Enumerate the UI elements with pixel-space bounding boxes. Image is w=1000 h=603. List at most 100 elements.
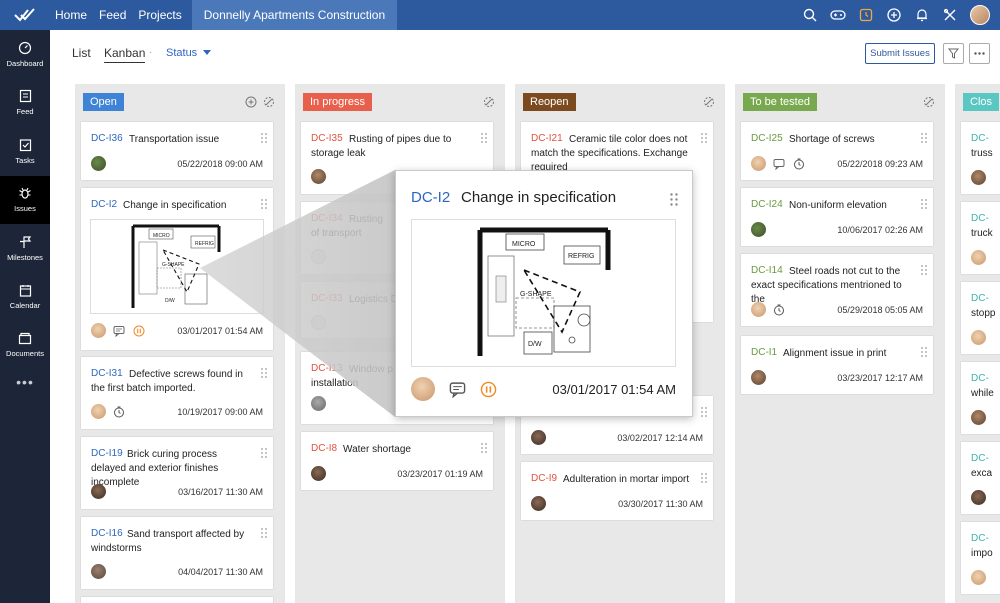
issue-card[interactable]: DC-I25 Shortage of screws 05/22/2018 09:… xyxy=(741,122,933,180)
drag-handle-icon[interactable] xyxy=(261,528,267,538)
timer-icon[interactable] xyxy=(793,158,805,170)
issue-card[interactable]: DC- stopp xyxy=(961,282,1000,354)
assignee-avatar[interactable] xyxy=(531,496,546,511)
tab-list[interactable]: List xyxy=(72,46,91,60)
more-options-button[interactable] xyxy=(969,43,990,64)
assignee-avatar[interactable] xyxy=(91,404,106,419)
drag-handle-icon[interactable] xyxy=(261,133,267,143)
assignee-avatar[interactable] xyxy=(91,484,106,499)
issue-id[interactable]: DC-I2 xyxy=(411,189,450,206)
issue-id[interactable]: DC-I9 xyxy=(531,473,557,484)
drag-handle-icon[interactable] xyxy=(701,407,707,417)
comment-icon[interactable] xyxy=(773,158,785,170)
issue-card[interactable]: DC- impo xyxy=(961,522,1000,594)
assignee-avatar[interactable] xyxy=(971,170,986,185)
app-logo[interactable] xyxy=(0,0,50,30)
sidebar-item-issues[interactable]: Issues xyxy=(0,175,50,224)
issue-id[interactable]: DC-I2 xyxy=(91,199,117,210)
unassigned-avatar[interactable] xyxy=(311,315,326,330)
timer-icon[interactable] xyxy=(773,304,785,316)
comment-icon[interactable] xyxy=(113,325,125,337)
drag-handle-icon[interactable] xyxy=(921,265,927,275)
assignee-avatar[interactable] xyxy=(311,396,326,411)
issue-id[interactable]: DC- xyxy=(971,213,989,224)
drag-handle-icon[interactable] xyxy=(261,199,267,209)
assignee-avatar[interactable] xyxy=(311,466,326,481)
settings-icon[interactable] xyxy=(923,96,935,108)
issue-card[interactable]: DC-I8 Water shortage 03/23/2017 01:19 AM xyxy=(301,432,493,490)
nav-current-project[interactable]: Donnelly Apartments Construction xyxy=(191,0,398,30)
assignee-avatar[interactable] xyxy=(751,302,766,317)
issue-card[interactable]: DC-I24 Non-uniform elevation 10/06/2017 … xyxy=(741,188,933,246)
assignee-avatar[interactable] xyxy=(971,570,986,585)
nav-projects[interactable]: Projects xyxy=(132,0,187,30)
issue-id[interactable]: DC-I33 xyxy=(311,293,343,304)
issue-card[interactable]: DC-I16 Sand transport affected by windst… xyxy=(81,517,273,589)
assignee-avatar[interactable] xyxy=(91,323,106,338)
issue-card[interactable]: DC- truss xyxy=(961,122,1000,194)
assignee-avatar[interactable] xyxy=(311,169,326,184)
issue-id[interactable]: DC- xyxy=(971,533,989,544)
user-avatar[interactable] xyxy=(970,5,990,25)
assignee-avatar[interactable] xyxy=(91,156,106,171)
issue-id[interactable]: DC- xyxy=(971,133,989,144)
comment-icon[interactable] xyxy=(449,381,466,398)
assignee-avatar[interactable] xyxy=(971,410,986,425)
unassigned-avatar[interactable] xyxy=(311,249,326,264)
drag-handle-icon[interactable] xyxy=(481,443,487,453)
nav-feed[interactable]: Feed xyxy=(93,0,132,30)
drag-handle-icon[interactable] xyxy=(921,199,927,209)
issue-id[interactable]: DC-I1 xyxy=(751,347,777,358)
drag-handle-icon[interactable] xyxy=(921,347,927,357)
sidebar-item-dashboard[interactable]: Dashboard xyxy=(0,30,50,79)
assignee-avatar[interactable] xyxy=(751,370,766,385)
drag-handle-icon[interactable] xyxy=(921,133,927,143)
issue-id[interactable]: DC-I25 xyxy=(751,133,783,144)
issue-card[interactable] xyxy=(81,597,273,603)
drag-handle-icon[interactable] xyxy=(261,448,267,458)
settings-icon[interactable] xyxy=(483,96,495,108)
drag-handle-icon[interactable] xyxy=(481,133,487,143)
issue-id[interactable]: DC- xyxy=(971,373,989,384)
search-icon[interactable] xyxy=(796,0,824,30)
issue-id[interactable]: DC-I36 xyxy=(91,133,123,144)
filter-button[interactable] xyxy=(943,43,964,64)
pause-icon[interactable] xyxy=(480,381,497,398)
sidebar-more-button[interactable]: ••• xyxy=(0,374,50,390)
issue-card[interactable]: DC-I9 Adulteration in mortar import 03/3… xyxy=(521,462,713,520)
issue-card[interactable]: DC-I2 Change in specification MICRO REFR… xyxy=(81,188,273,350)
gamepad-icon[interactable] xyxy=(824,0,852,30)
tools-icon[interactable] xyxy=(936,0,964,30)
issue-card[interactable]: DC- truck xyxy=(961,202,1000,274)
issue-card[interactable]: DC- while xyxy=(961,362,1000,434)
issue-card[interactable]: DC-I14 Steel roads not cut to the exact … xyxy=(741,254,933,326)
assignee-avatar[interactable] xyxy=(751,222,766,237)
pause-icon[interactable] xyxy=(133,325,145,337)
issue-card[interactable]: DC-I1 Alignment issue in print 03/23/201… xyxy=(741,336,933,394)
assignee-avatar[interactable] xyxy=(531,430,546,445)
settings-icon[interactable] xyxy=(703,96,715,108)
issue-card[interactable]: DC-I31 Defective screws found in the fir… xyxy=(81,357,273,429)
assignee-avatar[interactable] xyxy=(751,156,766,171)
drag-handle-icon[interactable] xyxy=(701,133,707,143)
tab-kanban[interactable]: Kanban xyxy=(104,46,146,63)
sidebar-item-tasks[interactable]: Tasks xyxy=(0,127,50,176)
assignee-avatar[interactable] xyxy=(971,330,986,345)
sidebar-item-calendar[interactable]: Calendar xyxy=(0,273,50,322)
issue-card[interactable]: DC-I19 Brick curing process delayed and … xyxy=(81,437,273,509)
drag-handle-icon[interactable] xyxy=(701,473,707,483)
bell-icon[interactable] xyxy=(908,0,936,30)
assignee-avatar[interactable] xyxy=(91,564,106,579)
sidebar-item-documents[interactable]: Documents xyxy=(0,321,50,370)
add-circle-icon[interactable] xyxy=(245,96,257,108)
zoomed-issue-card[interactable]: DC-I2 Change in specification MICRO REFR… xyxy=(395,170,693,417)
issue-id[interactable]: DC-I24 xyxy=(751,199,783,210)
drag-handle-icon[interactable] xyxy=(670,193,678,206)
issue-id[interactable]: DC-I8 xyxy=(311,443,337,454)
status-dropdown[interactable]: Status xyxy=(166,47,212,59)
sidebar-item-milestones[interactable]: Milestones xyxy=(0,224,50,273)
assignee-avatar[interactable] xyxy=(971,490,986,505)
add-icon[interactable] xyxy=(880,0,908,30)
floor-plan-image[interactable]: MICRO REFRIG G-SHAPE D/W xyxy=(90,219,264,314)
issue-card[interactable]: DC-I36 Transportation issue 05/22/2018 0… xyxy=(81,122,273,180)
